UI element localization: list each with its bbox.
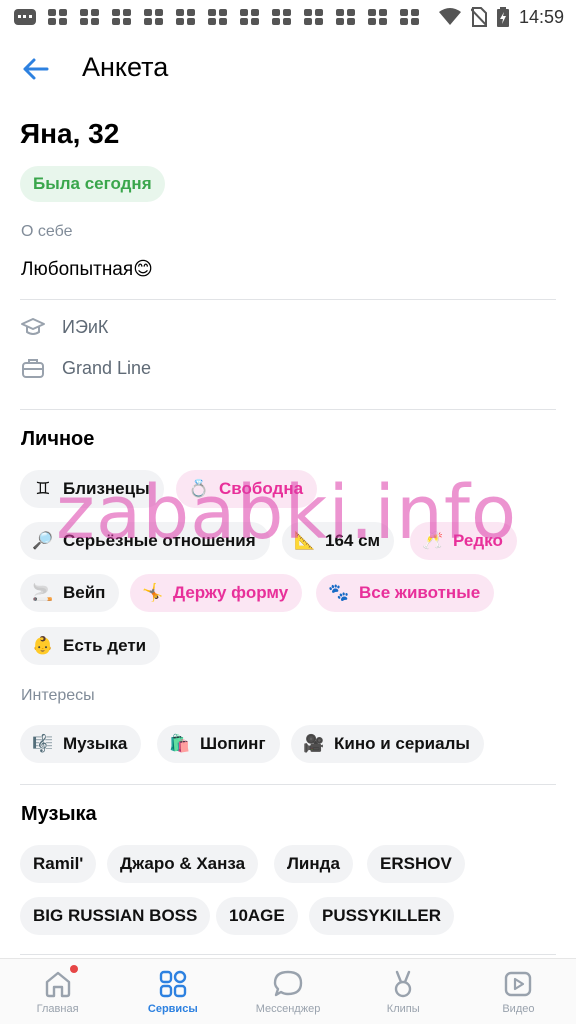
education-text: ИЭиК xyxy=(62,316,109,337)
app-notification-icon xyxy=(48,9,68,25)
work-text: Grand Line xyxy=(62,357,152,378)
personal-chip-pets: 🐾 Все животные xyxy=(316,574,495,612)
music-section-title: Музыка xyxy=(21,803,97,825)
tab-label: Мессенджер xyxy=(255,1003,321,1015)
divider xyxy=(20,409,556,410)
chat-notification-icon xyxy=(14,9,36,25)
divider xyxy=(20,299,556,300)
clips-icon xyxy=(395,970,412,998)
ruler-icon: 📐 xyxy=(294,531,316,550)
artist-chip: 10AGE xyxy=(216,897,298,935)
artist-chip: Ramil' xyxy=(20,845,97,883)
divider xyxy=(20,954,556,955)
app-notification-icon xyxy=(400,9,420,25)
tab-home[interactable]: Главная xyxy=(0,959,115,1024)
chip-label: Редко xyxy=(453,531,503,550)
online-status-badge: Была сегодня xyxy=(20,166,165,202)
personal-chip-alcohol: 🥂 Редко xyxy=(410,522,517,560)
tab-messenger[interactable]: Мессенджер xyxy=(230,959,345,1024)
interest-chip-movies: 🎥 Кино и сериалы xyxy=(291,725,484,763)
app-notification-icon xyxy=(80,9,100,25)
personal-chip-smoking: 🚬 Вейп xyxy=(20,574,120,612)
personal-chip-height: 📐 164 см xyxy=(282,522,395,560)
services-icon xyxy=(159,970,186,998)
chip-label: Держу форму xyxy=(173,583,289,602)
interest-chip-music: 🎼 Музыка xyxy=(20,725,142,763)
interests-caption: Интересы xyxy=(21,687,95,704)
wifi-icon xyxy=(438,8,461,25)
chip-label: Кино и сериалы xyxy=(334,734,470,753)
baby-icon: 👶 xyxy=(32,636,54,655)
graduation-cap-icon xyxy=(21,318,45,335)
about-caption: О себе xyxy=(21,223,73,240)
chip-label: Серьёзные отношения xyxy=(63,531,256,550)
cigarette-icon: 🚬 xyxy=(32,583,54,602)
work-row: Grand Line xyxy=(20,355,151,381)
app-notification-icon xyxy=(240,9,260,25)
top-bar: Анкета xyxy=(0,40,576,98)
tab-video[interactable]: Видео xyxy=(461,959,576,1024)
tab-clips[interactable]: Клипы xyxy=(346,959,461,1024)
chip-label: Близнецы xyxy=(63,479,150,498)
gymnast-icon: 🤸 xyxy=(142,583,164,602)
chip-label: Все животные xyxy=(359,583,481,602)
app-notification-icon xyxy=(112,9,132,25)
ring-icon: 💍 xyxy=(188,479,210,498)
artist-chip: BIG RUSSIAN BOSS xyxy=(20,897,211,935)
shopping-bags-icon: 🛍️ xyxy=(169,734,191,753)
movie-camera-icon: 🎥 xyxy=(303,734,325,753)
chip-label: Свободна xyxy=(219,479,304,498)
personal-chip-sport: 🤸 Держу форму xyxy=(130,574,303,612)
app-notification-icon xyxy=(208,9,228,25)
clock: 14:59 xyxy=(518,6,564,27)
tab-label: Видео xyxy=(502,1003,535,1015)
notification-icons xyxy=(14,9,420,25)
profile-name: Яна, 32 xyxy=(20,118,120,149)
chip-label: 164 см xyxy=(325,531,381,550)
interest-chip-shopping: 🛍️ Шопинг xyxy=(157,725,280,763)
tab-label: Клипы xyxy=(386,1003,420,1015)
app-notification-icon xyxy=(176,9,196,25)
status-bar: 14:59 xyxy=(0,0,576,34)
video-icon xyxy=(505,971,532,997)
artist-chip: Джаро & Ханза xyxy=(107,845,259,883)
notification-dot xyxy=(70,965,78,973)
education-row: ИЭиК xyxy=(20,314,108,340)
artist-chip: ERSHOV xyxy=(367,845,465,883)
tab-services[interactable]: Сервисы xyxy=(115,959,230,1024)
chip-label: Шопинг xyxy=(200,734,266,753)
bottom-tab-bar: Главная Сервисы Мессенджер Клипы Видео xyxy=(0,958,576,1024)
about-text: Любопытная😊 xyxy=(21,259,153,280)
home-icon xyxy=(45,971,70,998)
paw-icon: 🐾 xyxy=(328,583,350,602)
app-notification-icon xyxy=(272,9,292,25)
glasses-icon: 🥂 xyxy=(422,531,444,550)
magnifier-icon: 🔎 xyxy=(32,531,54,550)
music-score-icon: 🎼 xyxy=(32,734,54,753)
gemini-icon: ♊ xyxy=(35,479,51,498)
personal-chip-status: 💍 Свободна xyxy=(176,470,318,508)
no-sim-icon xyxy=(470,7,487,27)
battery-icon xyxy=(496,7,509,27)
personal-chip-zodiac: ♊ Близнецы xyxy=(20,470,164,508)
back-arrow-icon[interactable] xyxy=(20,54,50,84)
page-title: Анкета xyxy=(82,52,169,82)
chip-label: Музыка xyxy=(63,734,128,753)
app-notification-icon xyxy=(336,9,356,25)
messenger-icon xyxy=(273,970,303,997)
tab-label: Сервисы xyxy=(147,1003,198,1015)
briefcase-icon xyxy=(22,359,44,378)
personal-section-title: Личное xyxy=(21,428,95,450)
app-notification-icon xyxy=(304,9,324,25)
artist-chip: Линда xyxy=(274,845,353,883)
divider xyxy=(20,784,556,785)
app-notification-icon xyxy=(368,9,388,25)
app-notification-icon xyxy=(144,9,164,25)
artist-chip: PUSSYKILLER xyxy=(309,897,455,935)
chip-label: Вейп xyxy=(63,583,106,602)
tab-label: Главная xyxy=(36,1003,79,1015)
personal-chip-goal: 🔎 Серьёзные отношения xyxy=(20,522,270,560)
chip-label: Есть дети xyxy=(63,636,147,655)
personal-chip-children: 👶 Есть дети xyxy=(20,627,161,665)
